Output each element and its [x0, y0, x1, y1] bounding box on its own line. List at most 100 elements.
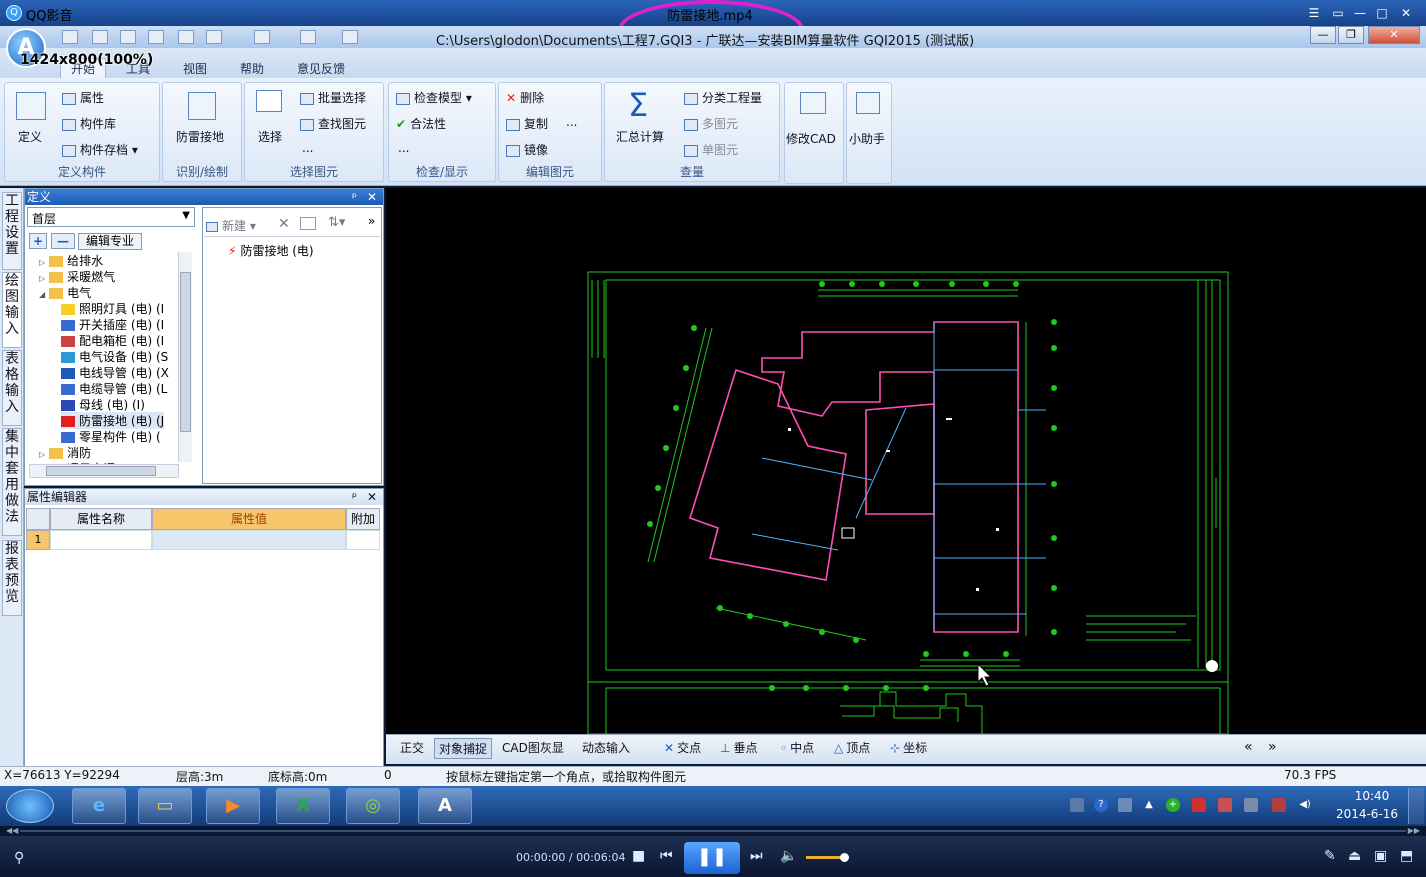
app-close-button[interactable]: ✕ — [1368, 26, 1420, 44]
attr-panel-close-icon[interactable]: ✕ — [367, 489, 377, 505]
tree-item[interactable]: 配电箱柜 (电) (I — [61, 332, 164, 349]
volume-slider[interactable] — [806, 853, 849, 862]
media-player-icon[interactable]: ▶ — [206, 788, 260, 824]
tree-item[interactable]: 电线导管 (电) (X — [61, 364, 169, 381]
show-desktop-button[interactable] — [1408, 788, 1424, 824]
excel-icon[interactable]: X — [276, 788, 330, 824]
glodon-tool-icon[interactable]: ◎ — [346, 788, 400, 824]
single-element-button[interactable]: 单图元 — [684, 141, 738, 158]
list-item[interactable]: ⚡ 防雷接地 (电) — [228, 242, 314, 259]
tree-item[interactable]: 开关插座 (电) (I — [61, 316, 164, 333]
player-tools-icon[interactable]: ✎ — [1324, 848, 1336, 864]
refresh-icon[interactable] — [300, 30, 316, 44]
delete-button[interactable]: ✕ 删除 — [506, 89, 544, 106]
modify-cad-button[interactable]: 修改CAD — [786, 130, 836, 147]
player-menu-icon[interactable]: ☰ — [1304, 4, 1324, 22]
attr-extra-cell[interactable] — [346, 530, 380, 550]
player-pin-icon[interactable]: ▭ — [1328, 4, 1348, 22]
tray-expand-icon[interactable]: ▲ — [1142, 798, 1156, 812]
tree-item[interactable]: 电缆导管 (电) (L — [61, 380, 167, 397]
tree-item[interactable]: ▷ 消防 — [39, 444, 91, 461]
undo-icon[interactable] — [206, 30, 222, 44]
save-icon[interactable] — [120, 30, 136, 44]
tree-item[interactable]: 母线 (电) (I) — [61, 396, 145, 413]
snap-perpendicular-button[interactable]: ⊥ 垂点 — [716, 738, 761, 757]
find-element-button[interactable]: 查找图元 — [300, 115, 366, 132]
collapse-icon[interactable]: ◢ — [39, 290, 45, 299]
tray-device-icon[interactable] — [1244, 798, 1258, 812]
redo-icon[interactable] — [254, 30, 270, 44]
attr-value-cell[interactable] — [152, 530, 346, 550]
player-maximize-button[interactable]: □ — [1372, 4, 1392, 22]
snap-object-button[interactable]: 对象捕捉 — [434, 738, 493, 759]
component-library-button[interactable]: 构件库 — [62, 115, 116, 132]
tray-network-icon[interactable] — [1118, 798, 1132, 812]
gqi-app-icon[interactable]: A — [418, 788, 472, 824]
next-button[interactable]: ⏭ — [750, 848, 763, 864]
snap-coordinate-button[interactable]: ⊹ 坐标 — [886, 738, 931, 757]
tree-item[interactable]: ▷ 采暖燃气 — [39, 268, 115, 285]
floor-select[interactable]: 首层 ▼ — [27, 207, 195, 227]
stop-button[interactable]: ■ — [632, 848, 645, 864]
multi-element-button[interactable]: 多图元 — [684, 115, 738, 132]
tree-item[interactable]: 照明灯具 (电) (I — [61, 300, 164, 317]
tab-project-settings[interactable]: 工程设置 — [2, 192, 22, 270]
cad-drawing-canvas[interactable] — [386, 188, 1426, 735]
ie-icon[interactable]: e — [72, 788, 126, 824]
open-file-icon[interactable] — [92, 30, 108, 44]
select-button[interactable]: 选择 — [258, 128, 282, 145]
seek-forward-icon[interactable]: ▶▶ — [1408, 826, 1420, 835]
copy-component-icon[interactable] — [300, 217, 316, 230]
tree-item[interactable]: ▷ 给排水 — [39, 252, 103, 269]
panel-pin-icon[interactable]: ᵖ — [352, 189, 357, 205]
summary-calc-button[interactable]: 汇总计算 — [616, 128, 664, 145]
tab-view[interactable]: 视图 — [183, 60, 207, 77]
dynamic-input-button[interactable]: 动态输入 — [578, 738, 634, 757]
attr-panel-pin-icon[interactable]: ᵖ — [352, 489, 357, 505]
snap-vertex-button[interactable]: △ 顶点 — [830, 738, 874, 757]
player-minimize-button[interactable]: — — [1350, 4, 1370, 22]
component-archive-button[interactable]: 构件存档 ▾ — [62, 141, 138, 158]
copy-button[interactable]: 复制 — [506, 115, 548, 132]
scroll-right-button[interactable]: » — [1264, 738, 1281, 756]
snap-ortho-button[interactable]: 正交 — [396, 738, 428, 757]
delete-component-icon[interactable]: ✕ — [278, 216, 290, 232]
scroll-left-button[interactable]: « — [1240, 738, 1257, 756]
image-icon[interactable] — [178, 30, 194, 44]
tab-table-input[interactable]: 表格输入 — [2, 350, 22, 426]
add-folder-button[interactable]: + — [29, 233, 47, 249]
start-button[interactable] — [6, 789, 54, 823]
player-fullscreen-icon[interactable]: ⬒ — [1400, 848, 1413, 864]
expand-icon[interactable]: ▷ — [39, 258, 45, 267]
batch-select-button[interactable]: 批量选择 — [300, 89, 366, 106]
seek-back-icon[interactable]: ◀◀ — [6, 826, 18, 835]
tree-item[interactable]: ◢ 电气 — [39, 284, 91, 301]
tray-shield-icon[interactable] — [1192, 798, 1206, 812]
select-more-button[interactable]: ... — [302, 141, 313, 155]
expand-icon[interactable]: ▷ — [39, 450, 45, 459]
tab-feedback[interactable]: 意见反馈 — [297, 60, 345, 77]
lightning-protection-button[interactable]: 防雷接地 — [176, 128, 224, 145]
snap-midpoint-button[interactable]: ◦ 中点 — [776, 738, 818, 757]
more-icon[interactable]: » — [368, 214, 375, 228]
tree-item[interactable]: 零星构件 (电) ( — [61, 428, 161, 445]
seek-bar[interactable]: ◀◀ ▶▶ — [0, 826, 1426, 836]
tab-report-preview[interactable]: 报表预览 — [2, 540, 22, 616]
tray-security-icon[interactable]: + — [1166, 798, 1180, 812]
panel-close-icon[interactable]: ✕ — [367, 189, 377, 205]
explorer-icon[interactable]: ▭ — [138, 788, 192, 824]
tab-help[interactable]: 帮助 — [240, 60, 264, 77]
property-button[interactable]: 属性 — [62, 89, 104, 106]
legality-button[interactable]: ✔ 合法性 — [396, 115, 446, 132]
player-settings-icon[interactable]: ⚲ — [14, 850, 24, 866]
category-quantity-button[interactable]: 分类工程量 — [684, 89, 762, 106]
tray-volume-icon[interactable]: ◀) — [1298, 798, 1312, 812]
tree-item[interactable]: 防雷接地 (电) (J — [61, 412, 165, 429]
helper-button[interactable]: 小助手 — [849, 130, 885, 147]
attr-name-cell[interactable] — [50, 530, 152, 550]
remove-folder-button[interactable]: — — [51, 233, 75, 249]
app-restore-button[interactable]: ❐ — [1338, 26, 1364, 44]
app-icon[interactable] — [148, 30, 164, 44]
tab-drawing-input[interactable]: 绘图输入 — [2, 272, 22, 348]
mirror-button[interactable]: 镜像 — [506, 141, 548, 158]
